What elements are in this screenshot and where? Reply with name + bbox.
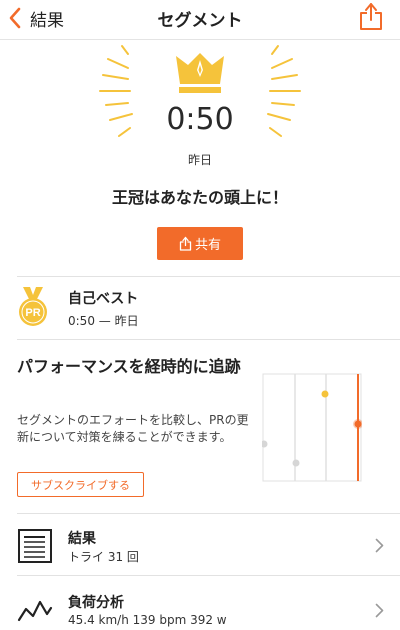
personal-best-subtitle: 0:50 — 昨日 xyxy=(68,314,139,328)
power-graph-icon xyxy=(17,600,53,622)
performance-timeline-illustration xyxy=(262,373,362,482)
promo-title: パフォーマンスを経時的に追跡 xyxy=(17,357,241,376)
crown-hero: 0:50 昨日 王冠はあなたの頭上に！ 共有 xyxy=(0,40,400,275)
power-analysis-row[interactable]: 負荷分析 45.4 km/h 139 bpm 392 w xyxy=(0,576,400,630)
segment-date: 昨日 xyxy=(187,153,212,167)
chevron-right-icon xyxy=(375,538,384,553)
nav-bar: 結果 セグメント xyxy=(0,0,400,40)
personal-best-row: PR 自己ベスト 0:50 — 昨日 xyxy=(0,277,400,339)
crown-icon xyxy=(176,53,224,93)
personal-best-title: 自己ベスト xyxy=(68,291,139,307)
promo-body: セグメントのエフォートを比較し、PRの更新について対策を練ることができます。 xyxy=(17,413,249,444)
share-button[interactable]: 共有 xyxy=(157,227,243,260)
subscription-promo: パフォーマンスを経時的に追跡 セグメントのエフォートを比較し、PRの更新について… xyxy=(0,340,400,513)
chevron-right-icon xyxy=(375,603,384,618)
share-icon xyxy=(179,236,192,251)
pr-medal-icon: PR xyxy=(19,287,47,326)
pr-medal-text: PR xyxy=(25,307,40,319)
power-analysis-subtitle: 45.4 km/h 139 bpm 392 w xyxy=(68,613,227,627)
subscribe-button[interactable]: サブスクライブする xyxy=(17,472,144,497)
results-row[interactable]: 結果 トライ 31 回 xyxy=(0,514,400,574)
page-title: セグメント xyxy=(157,11,243,31)
results-row-title: 結果 xyxy=(68,531,96,547)
results-row-subtitle: トライ 31 回 xyxy=(68,550,139,564)
crown-headline: 王冠はあなたの頭上に！ xyxy=(111,188,288,207)
power-analysis-title: 負荷分析 xyxy=(68,595,124,611)
share-icon[interactable] xyxy=(358,1,384,31)
segment-time: 0:50 xyxy=(166,102,234,137)
results-list-icon xyxy=(18,529,52,563)
share-button-label: 共有 xyxy=(194,238,221,253)
